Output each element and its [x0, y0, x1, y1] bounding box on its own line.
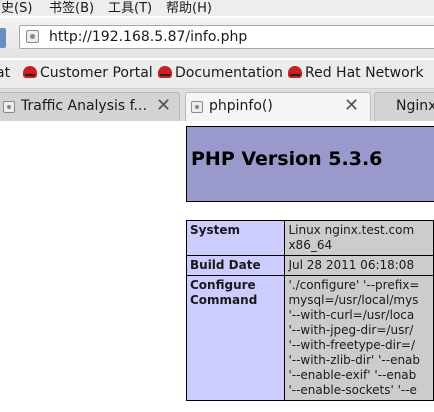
menu-history[interactable]: 历史(S)	[0, 0, 32, 16]
close-icon[interactable]: ✕	[156, 97, 171, 115]
redhat-icon	[23, 66, 37, 78]
tab-label: Traffic Analysis f...	[21, 98, 147, 114]
row-value: Linux nginx.test.com x86_64	[284, 220, 434, 256]
table-row: Build Date Jul 28 2011 06:18:08	[185, 255, 434, 276]
menu-help[interactable]: 帮助(H)	[166, 0, 212, 16]
row-key: Configure Command	[185, 275, 286, 401]
page-icon	[26, 30, 39, 43]
bookmark-partial[interactable]: at	[0, 65, 10, 81]
row-value: Jul 28 2011 06:18:08	[284, 255, 434, 276]
menu-bar: 历史(S) 书签(B) 工具(T) 帮助(H)	[0, 0, 434, 16]
bookmark-label: Customer Portal	[40, 65, 153, 81]
bookmark-customer-portal[interactable]: Customer Portal	[23, 65, 153, 81]
bookmark-red-hat-network[interactable]: Red Hat Network	[288, 65, 424, 81]
redhat-icon	[288, 66, 302, 78]
row-key: System	[185, 220, 286, 256]
page-content: PHP Version 5.3.6 System Linux nginx.test…	[0, 121, 434, 412]
row-value: './configure' '--prefix= mysql=/usr/local…	[284, 275, 434, 401]
tab-nginx[interactable]: Nginx	[374, 92, 434, 121]
phpinfo-table: System Linux nginx.test.com x86_64 Build Da…	[185, 220, 434, 401]
page-title: PHP Version 5.3.6	[191, 148, 383, 170]
redhat-icon	[158, 66, 172, 78]
url-text[interactable]: http://192.168.5.87/info.php	[49, 29, 247, 45]
tab-label: phpinfo()	[209, 98, 273, 114]
bookmark-label: Red Hat Network	[305, 65, 424, 81]
page-icon	[191, 101, 203, 113]
bookmarks-toolbar: at Customer Portal Documentation Red Hat…	[0, 60, 434, 89]
php-version-header: PHP Version 5.3.6	[186, 126, 434, 202]
page-icon	[3, 101, 15, 113]
bookmark-documentation[interactable]: Documentation	[158, 65, 283, 81]
table-row: Configure Command './configure' '--prefix=…	[185, 275, 434, 401]
menu-tools[interactable]: 工具(T)	[108, 0, 152, 16]
url-bar[interactable]: http://192.168.5.87/info.php	[19, 25, 434, 49]
navigation-bar: http://192.168.5.87/info.php	[0, 18, 434, 58]
row-key: Build Date	[185, 255, 286, 276]
bookmark-label: Documentation	[175, 65, 283, 81]
menu-bookmarks[interactable]: 书签(B)	[49, 0, 94, 16]
tab-traffic-analysis[interactable]: Traffic Analysis f... ✕	[0, 92, 180, 121]
table-row: System Linux nginx.test.com x86_64	[185, 220, 434, 256]
tab-label: Nginx	[396, 98, 434, 114]
back-arrow-icon[interactable]	[0, 28, 6, 48]
close-icon[interactable]: ✕	[344, 97, 359, 115]
tab-bar: Traffic Analysis f... ✕ phpinfo() ✕ Ngin…	[0, 89, 434, 121]
tab-phpinfo[interactable]: phpinfo() ✕	[185, 92, 371, 121]
